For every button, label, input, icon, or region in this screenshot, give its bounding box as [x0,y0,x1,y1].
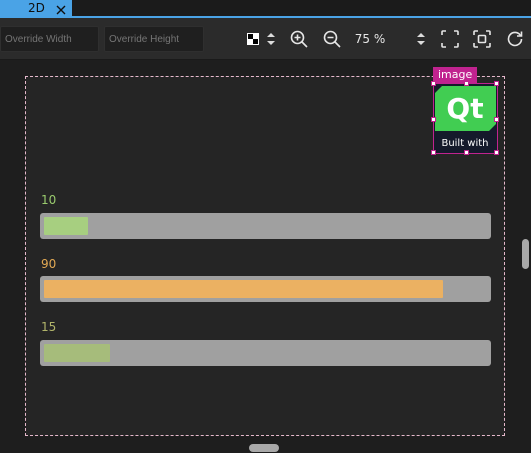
slider-3-value-label: 15 [41,320,57,334]
progress-slider-1[interactable] [40,213,491,239]
zoom-level-value: 75 % [354,32,386,46]
qt-design-studio-2d-view: 2D 75 % [0,0,531,453]
zoom-in-icon[interactable] [288,28,310,50]
override-height-input[interactable] [104,26,204,52]
tab-2d[interactable]: 2D [0,0,72,16]
design-canvas[interactable]: image Qt Built with 10 90 15 [25,67,505,436]
horizontal-scrollbar-handle[interactable] [249,444,279,452]
progress-slider-3-fill [44,344,110,362]
resize-handle-bottom-right[interactable] [494,150,499,155]
resize-handle-left[interactable] [431,117,436,122]
editor-tab-bar: 2D [0,0,531,18]
slider-1-value-label: 10 [41,193,57,207]
close-icon[interactable] [56,3,66,15]
resize-handle-top[interactable] [464,81,469,86]
progress-slider-3[interactable] [40,340,491,366]
qt-logo-caption: Built with [441,138,488,149]
vertical-scrollbar-handle[interactable] [522,239,529,269]
fit-selection-icon[interactable] [471,28,493,50]
qt-logo-icon: Qt Built with [434,84,497,153]
qt-logo-mark: Qt [446,92,483,125]
override-width-input[interactable] [0,26,99,52]
reset-view-icon[interactable] [504,28,526,50]
zoom-out-icon[interactable] [321,28,343,50]
background-color-icon[interactable] [246,28,260,50]
zoom-level-stepper-icon[interactable] [415,28,427,50]
resize-handle-right[interactable] [494,117,499,122]
zoom-level-select[interactable]: 75 % [350,28,390,50]
background-color-stepper-icon[interactable] [265,28,277,50]
qt-logo-image[interactable]: Qt Built with [431,81,499,155]
resize-handle-top-left[interactable] [431,81,436,86]
progress-slider-2[interactable] [40,276,491,302]
resize-handle-bottom[interactable] [464,150,469,155]
resize-handle-top-right[interactable] [494,81,499,86]
tab-2d-label: 2D [28,1,45,15]
resize-handle-bottom-left[interactable] [431,150,436,155]
selection-label: image [433,67,478,83]
fit-to-view-icon[interactable] [439,28,461,50]
view-toolbar: 75 % [0,18,531,60]
progress-slider-2-fill [44,280,443,298]
progress-slider-1-fill [44,217,88,235]
slider-2-value-label: 90 [41,257,57,271]
